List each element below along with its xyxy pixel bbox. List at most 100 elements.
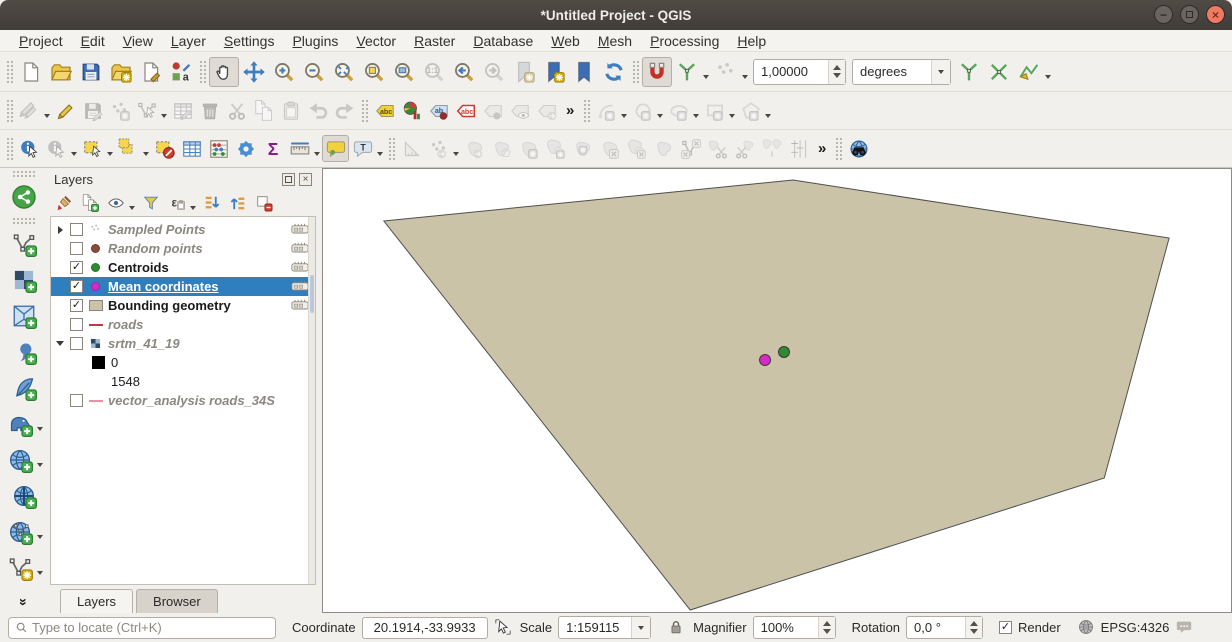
copy-features-icon[interactable] <box>250 97 277 124</box>
layer-item-centroids[interactable]: ✓ Centroids <box>51 258 315 277</box>
scale-ruler-icon[interactable] <box>398 135 425 162</box>
locator-input[interactable] <box>32 620 269 635</box>
simplify-feature-icon[interactable] <box>488 135 515 162</box>
menu-edit[interactable]: Edit <box>72 31 114 51</box>
new-print-layout-icon[interactable] <box>106 57 136 87</box>
panel-float-button[interactable] <box>282 173 295 186</box>
snap-units-value[interactable]: degrees <box>853 60 931 84</box>
spin-down-icon[interactable] <box>833 73 841 78</box>
measure-icon[interactable] <box>286 135 313 162</box>
draw-rectangle-icon[interactable] <box>701 97 728 124</box>
remove-layer-icon[interactable] <box>252 192 276 214</box>
snapping-toggle-icon[interactable] <box>642 57 672 87</box>
dropdown-arrow-icon[interactable] <box>621 114 627 118</box>
combo-button[interactable] <box>631 617 650 638</box>
pan-to-selection-icon[interactable] <box>239 57 269 87</box>
delete-part-icon[interactable] <box>623 135 650 162</box>
dropdown-arrow-icon[interactable] <box>143 152 149 156</box>
fill-ring-icon[interactable] <box>569 135 596 162</box>
toolbar-handle[interactable] <box>361 99 368 123</box>
layer-diagram-icon[interactable] <box>398 97 425 124</box>
toolbar-extension-icon[interactable]: » <box>16 598 32 606</box>
filter-legend-icon[interactable] <box>139 192 163 214</box>
expand-collapsed-icon[interactable] <box>55 226 65 234</box>
dropdown-arrow-icon[interactable] <box>161 114 167 118</box>
zoom-to-selection-icon[interactable] <box>359 57 389 87</box>
open-layer-styling-icon[interactable] <box>52 192 76 214</box>
minimize-button[interactable]: − <box>1154 5 1173 24</box>
filter-by-expression-icon[interactable]: ε <box>165 192 189 214</box>
add-group-icon[interactable] <box>78 192 102 214</box>
layer-item-roads[interactable]: roads <box>51 315 315 334</box>
dropdown-arrow-icon[interactable] <box>37 571 43 575</box>
merge-attributes-icon[interactable] <box>785 135 812 162</box>
dropdown-arrow-icon[interactable] <box>37 427 43 431</box>
style-manager-icon[interactable]: a <box>166 57 196 87</box>
layer-item-vector-analysis-roads[interactable]: vector_analysis roads_34S <box>51 391 315 410</box>
dropdown-arrow-icon[interactable] <box>703 75 709 79</box>
dropdown-arrow-icon[interactable] <box>71 152 77 156</box>
save-project-icon[interactable] <box>76 57 106 87</box>
data-source-manager-icon[interactable] <box>8 181 40 213</box>
locator-search[interactable] <box>8 617 276 639</box>
layer-visibility-checkbox[interactable]: ✓ <box>70 261 83 274</box>
reshape-features-icon[interactable] <box>650 135 677 162</box>
menu-plugins[interactable]: Plugins <box>283 31 347 51</box>
dropdown-arrow-icon[interactable] <box>44 114 50 118</box>
layer-visibility-checkbox[interactable]: ✓ <box>70 299 83 312</box>
split-features-icon[interactable] <box>704 135 731 162</box>
add-wcs-layer-icon[interactable] <box>8 480 40 512</box>
spin-up-icon[interactable] <box>970 621 978 626</box>
dropdown-arrow-icon[interactable] <box>742 75 748 79</box>
add-wfs-layer-icon[interactable] <box>4 516 36 548</box>
dropdown-arrow-icon[interactable] <box>37 535 43 539</box>
rotation-value[interactable]: 0,0 ° <box>907 617 965 638</box>
toggle-editing-icon[interactable] <box>52 97 79 124</box>
new-virtual-layer-icon[interactable] <box>4 552 36 584</box>
new-project-icon[interactable] <box>16 57 46 87</box>
toolbar-handle[interactable] <box>388 137 395 161</box>
menu-database[interactable]: Database <box>464 31 542 51</box>
rotate-feature-icon[interactable] <box>461 135 488 162</box>
spin-up-icon[interactable] <box>823 621 831 626</box>
dropdown-arrow-icon[interactable] <box>107 152 113 156</box>
dropdown-arrow-icon[interactable] <box>377 152 383 156</box>
dropdown-arrow-icon[interactable] <box>1045 75 1051 79</box>
menu-mesh[interactable]: Mesh <box>589 31 641 51</box>
add-wms-layer-icon[interactable] <box>4 444 36 476</box>
layer-item-bounding-geometry[interactable]: ✓ Bounding geometry <box>51 296 315 315</box>
collapse-all-icon[interactable] <box>226 192 250 214</box>
show-unplaced-labels-icon[interactable] <box>506 97 533 124</box>
zoom-in-icon[interactable] <box>269 57 299 87</box>
save-layer-edits-icon[interactable] <box>79 97 106 124</box>
bookmark-manager-icon[interactable] <box>569 57 599 87</box>
menu-settings[interactable]: Settings <box>215 31 284 51</box>
show-bookmarks-icon[interactable] <box>539 57 569 87</box>
layer-visibility-checkbox[interactable] <box>70 394 83 407</box>
coordinate-box[interactable] <box>362 617 488 639</box>
layer-visibility-checkbox[interactable] <box>70 242 83 255</box>
dropdown-arrow-icon[interactable] <box>129 206 135 210</box>
maximize-button[interactable] <box>1180 5 1199 24</box>
toolbar-overflow-icon[interactable]: » <box>560 102 580 119</box>
snap-units-combo[interactable]: degrees <box>852 59 951 85</box>
snap-intersection-icon[interactable] <box>984 57 1014 87</box>
map-tips-icon[interactable] <box>322 135 349 162</box>
move-feature-icon[interactable] <box>425 135 452 162</box>
paste-features-icon[interactable] <box>277 97 304 124</box>
menu-help[interactable]: Help <box>728 31 775 51</box>
snapping-mode-icon[interactable] <box>672 57 702 87</box>
dropdown-arrow-icon[interactable] <box>729 114 735 118</box>
add-postgis-layer-icon[interactable] <box>4 408 36 440</box>
redo-icon[interactable] <box>331 97 358 124</box>
add-ring-icon[interactable] <box>515 135 542 162</box>
circular-string-icon[interactable] <box>593 97 620 124</box>
zoom-full-extent-icon[interactable] <box>329 57 359 87</box>
toolbar-handle[interactable] <box>6 99 13 123</box>
run-feature-action-icon[interactable] <box>43 135 70 162</box>
merge-features-icon[interactable] <box>758 135 785 162</box>
expand-all-icon[interactable] <box>200 192 224 214</box>
layer-item-srtm[interactable]: srtm_41_19 <box>51 334 315 353</box>
layer-visibility-checkbox[interactable] <box>70 337 83 350</box>
topological-editing-icon[interactable] <box>954 57 984 87</box>
